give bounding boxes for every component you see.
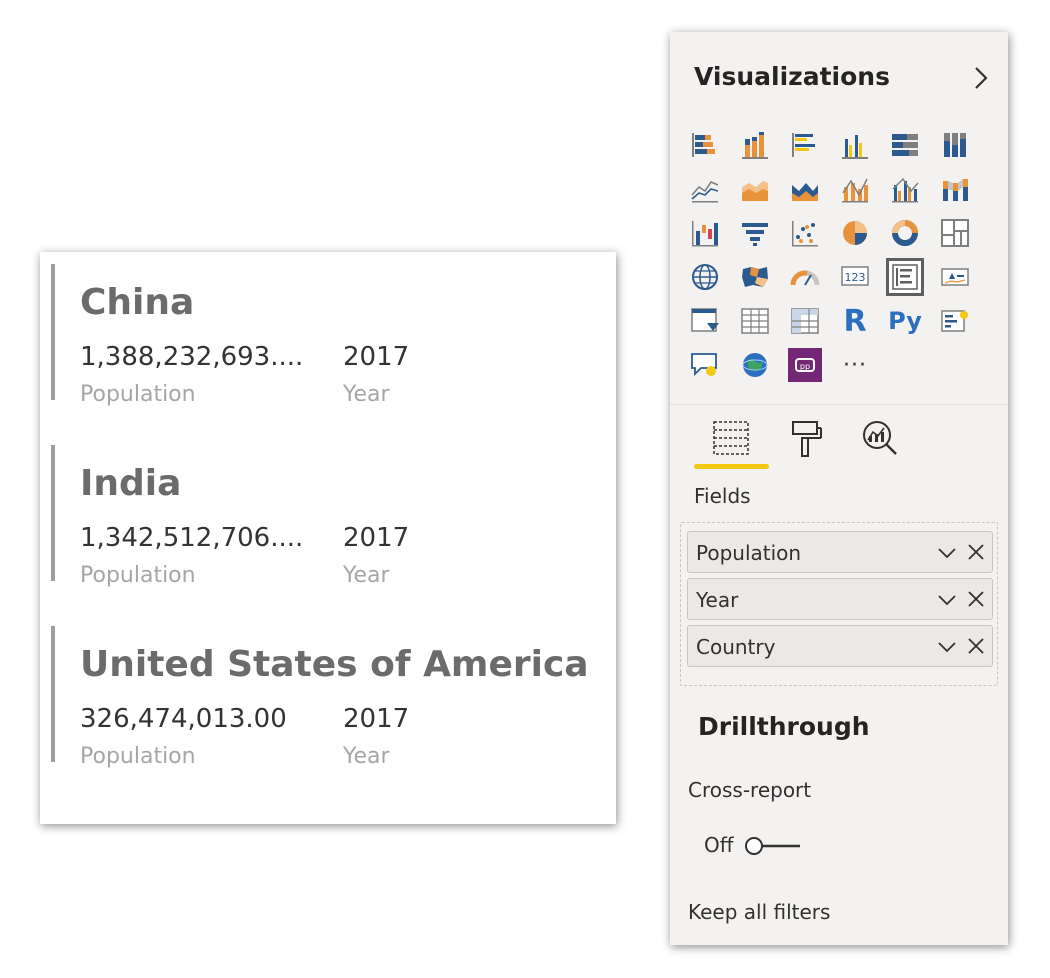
fields-tab[interactable]	[710, 416, 754, 460]
svg-text:pp: pp	[800, 362, 810, 371]
card-accent-bar	[51, 626, 55, 762]
field-name: Population	[696, 541, 802, 565]
fields-section-label: Fields	[694, 484, 751, 508]
clustered-bar-chart-icon[interactable]	[788, 128, 822, 162]
year-value: 2017	[343, 704, 410, 734]
card-row-india: India 1,342,512,706.... Population 2017 …	[40, 445, 616, 588]
year-value: 2017	[343, 342, 410, 372]
population-label: Population	[80, 382, 196, 407]
year-label: Year	[343, 382, 390, 407]
svg-text:123: 123	[845, 271, 866, 284]
field-name: Year	[696, 588, 739, 612]
chevron-down-icon[interactable]	[936, 589, 958, 611]
population-value: 326,474,013.00	[80, 704, 287, 734]
close-icon[interactable]	[966, 542, 986, 562]
area-chart-icon[interactable]	[738, 172, 772, 206]
year-label: Year	[343, 744, 390, 769]
population-value: 1,342,512,706....	[80, 523, 304, 553]
slicer-icon[interactable]	[688, 304, 722, 338]
map-icon[interactable]	[688, 260, 722, 294]
100-stacked-bar-chart-icon[interactable]	[888, 128, 922, 162]
visualizations-pane: Visualizations 123 R Py pp ··· Fields Po…	[670, 32, 1008, 945]
year-label: Year	[343, 563, 390, 588]
table-icon[interactable]	[738, 304, 772, 338]
card-row-usa: United States of America 326,474,013.00 …	[40, 626, 616, 769]
python-visual-glyph: Py	[888, 307, 922, 335]
power-apps-icon[interactable]: pp	[788, 348, 822, 382]
card-row-china: China 1,388,232,693.... Population 2017 …	[40, 264, 616, 407]
active-tab-indicator	[694, 464, 769, 469]
stacked-area-chart-icon[interactable]	[788, 172, 822, 206]
card-accent-bar	[51, 445, 55, 581]
card-title: United States of America	[80, 644, 589, 685]
chevron-down-icon[interactable]	[936, 636, 958, 658]
treemap-icon[interactable]	[938, 216, 972, 250]
keep-all-filters-label: Keep all filters	[688, 900, 831, 924]
filled-map-icon[interactable]	[738, 260, 772, 294]
format-tab[interactable]	[785, 416, 829, 460]
stacked-bar-chart-icon[interactable]	[688, 128, 722, 162]
multi-row-card-icon[interactable]	[886, 258, 924, 296]
scatter-chart-icon[interactable]	[788, 216, 822, 250]
pane-title: Visualizations	[694, 62, 890, 91]
stacked-column-chart-icon[interactable]	[738, 128, 772, 162]
r-visual-icon[interactable]: R	[838, 303, 872, 339]
key-influencers-icon[interactable]	[938, 304, 972, 338]
cross-report-label: Cross-report	[688, 778, 812, 802]
kpi-icon[interactable]	[938, 260, 972, 294]
matrix-icon[interactable]	[788, 304, 822, 338]
chevron-right-icon[interactable]	[968, 62, 992, 94]
waterfall-chart-icon[interactable]	[688, 216, 722, 250]
clustered-column-chart-icon[interactable]	[838, 128, 872, 162]
donut-chart-icon[interactable]	[888, 216, 922, 250]
line-chart-icon[interactable]	[688, 172, 722, 206]
chevron-down-icon[interactable]	[936, 542, 958, 564]
population-label: Population	[80, 563, 196, 588]
population-value: 1,388,232,693....	[80, 342, 304, 372]
card-title: India	[80, 463, 182, 504]
qa-icon[interactable]	[688, 348, 722, 382]
more-visuals-icon[interactable]: ···	[838, 348, 872, 382]
field-pill-country[interactable]: Country	[687, 625, 993, 667]
close-icon[interactable]	[966, 636, 986, 656]
population-label: Population	[80, 744, 196, 769]
more-visuals-glyph: ···	[843, 352, 867, 378]
drillthrough-title: Drillthrough	[698, 712, 870, 741]
analytics-tab[interactable]	[858, 416, 902, 460]
field-name: Country	[696, 635, 776, 659]
r-visual-glyph: R	[843, 303, 867, 339]
ribbon-chart-icon[interactable]	[938, 172, 972, 206]
toggle-state-label: Off	[704, 833, 734, 857]
python-visual-icon[interactable]: Py	[888, 304, 922, 338]
line-and-stacked-column-chart-icon[interactable]	[838, 172, 872, 206]
pane-divider	[670, 404, 1008, 405]
multi-row-card[interactable]: China 1,388,232,693.... Population 2017 …	[40, 252, 616, 824]
line-and-clustered-column-chart-icon[interactable]	[888, 172, 922, 206]
card-icon[interactable]: 123	[838, 260, 872, 294]
100-stacked-column-chart-icon[interactable]	[938, 128, 972, 162]
field-pill-year[interactable]: Year	[687, 578, 993, 620]
field-pill-population[interactable]: Population	[687, 531, 993, 573]
pie-chart-icon[interactable]	[838, 216, 872, 250]
gauge-icon[interactable]	[788, 260, 822, 294]
funnel-icon[interactable]	[738, 216, 772, 250]
close-icon[interactable]	[966, 589, 986, 609]
fields-well[interactable]: Population Year Country	[680, 522, 998, 686]
card-title: China	[80, 282, 195, 323]
arcgis-map-icon[interactable]	[738, 348, 772, 382]
card-accent-bar	[51, 264, 55, 400]
toggle-switch[interactable]	[744, 835, 802, 857]
year-value: 2017	[343, 523, 410, 553]
